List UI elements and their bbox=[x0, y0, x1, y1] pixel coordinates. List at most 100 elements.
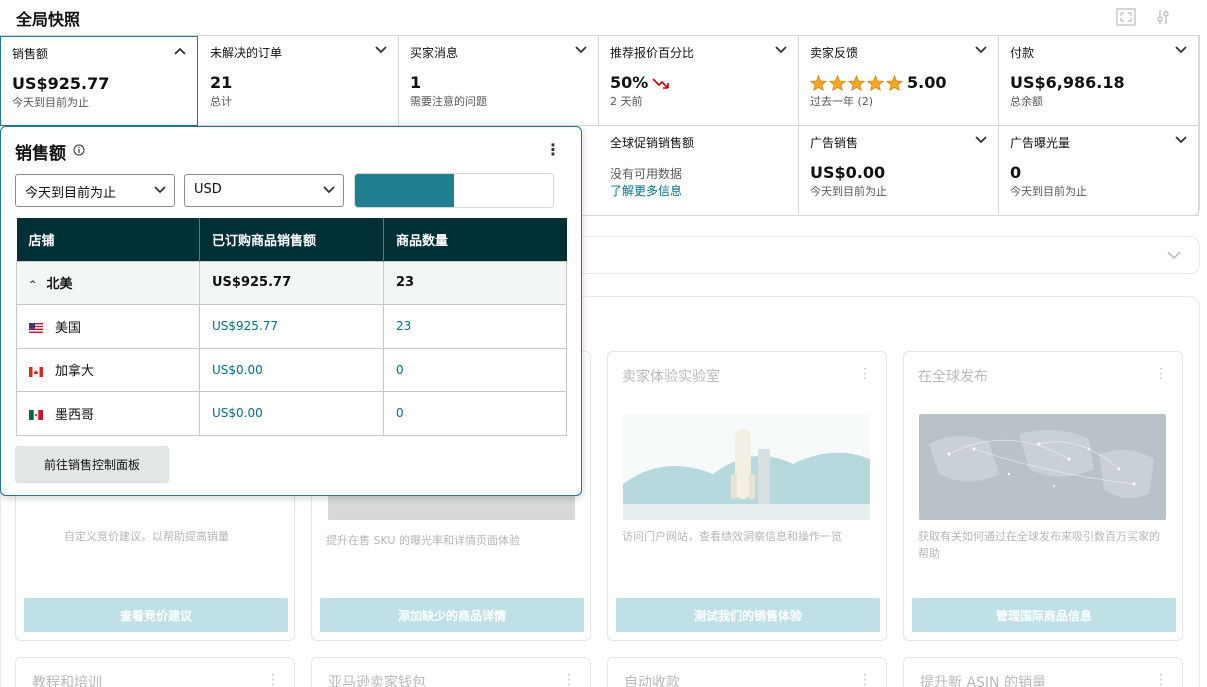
chevron-down-icon[interactable] bbox=[375, 45, 387, 55]
metric-label: 销售额 bbox=[12, 47, 49, 61]
metric-value: 1 bbox=[410, 73, 422, 92]
metric-label: 广告销售 bbox=[810, 136, 859, 150]
chevron-down-icon[interactable] bbox=[975, 135, 987, 145]
marketplace-sales[interactable]: US$0.00 bbox=[199, 391, 384, 436]
region-cell[interactable]: ^ 北美 bbox=[16, 260, 200, 305]
sales-popover: 销售额 ⋮ 今天到目前为止 USD 店铺 已订购商品销售额 商品数量 ^ 北美 U… bbox=[0, 126, 582, 496]
chevron-down-icon[interactable] bbox=[775, 45, 787, 55]
popover-title: 销售额 bbox=[15, 144, 66, 164]
marketplace-sales[interactable]: US$0.00 bbox=[199, 347, 384, 392]
metric-global-promo[interactable]: 全球促销销售额 没有可用数据 了解更多信息 bbox=[599, 126, 799, 216]
table-row: 墨西哥 US$0.00 0 bbox=[16, 391, 567, 436]
info-icon[interactable] bbox=[73, 144, 85, 156]
metric-sub: 2 天前 bbox=[610, 95, 643, 108]
card-title: 提升新 ASIN 的销量 bbox=[920, 675, 1046, 687]
region-units: 23 bbox=[383, 260, 567, 305]
card-desc: 访问门户网站，查看绩效洞察信息和操作一览 bbox=[622, 530, 842, 543]
card-global-launch: 在全球发布 ⋮ 获取有关如何通过在全球发布来吸引数百万买家的帮助 管理国际商品信… bbox=[903, 351, 1183, 641]
region-sales: US$925.77 bbox=[199, 260, 384, 305]
metric-ad-impressions[interactable]: 广告曝光量 0 今天到目前为止 bbox=[999, 126, 1199, 216]
region-name: 北美 bbox=[46, 277, 73, 293]
more-options-icon[interactable]: ⋮ bbox=[266, 672, 280, 687]
us-flag-icon bbox=[29, 323, 43, 334]
more-options-icon[interactable]: ⋮ bbox=[858, 672, 872, 687]
metric-seller-feedback[interactable]: 卖家反馈 5.00 过去一年 (2) bbox=[799, 36, 999, 126]
view-toggle[interactable] bbox=[354, 173, 554, 208]
star-icon bbox=[848, 74, 865, 91]
metric-value: 5.00 bbox=[907, 73, 947, 92]
card-seller-wallet: 亚马逊卖家钱包 ⋮ bbox=[311, 657, 591, 687]
chevron-down-icon[interactable] bbox=[1175, 135, 1187, 145]
more-options-icon[interactable]: ⋮ bbox=[562, 672, 576, 687]
chevron-down-icon[interactable] bbox=[975, 45, 987, 55]
chevron-down-icon[interactable] bbox=[1167, 250, 1181, 260]
period-select[interactable]: 今天到目前为止 bbox=[15, 174, 175, 207]
marketplace-cell: 墨西哥 bbox=[16, 391, 200, 436]
card-title: 卖家体验实验室 bbox=[622, 369, 720, 385]
table-header-row: 店铺 已订购商品销售额 商品数量 bbox=[16, 218, 567, 261]
marketplace-name: 美国 bbox=[55, 320, 82, 336]
chevron-up-icon[interactable] bbox=[174, 46, 186, 56]
card-new-asin-sales: 提升新 ASIN 的销量 ⋮ bbox=[903, 657, 1183, 687]
sliders-icon[interactable] bbox=[1153, 8, 1173, 26]
metric-ad-sales[interactable]: 广告销售 US$0.00 今天到目前为止 bbox=[799, 126, 999, 216]
card-desc: 自定义竞价建议，以帮助提高销量 bbox=[64, 530, 229, 543]
rocket-illustration bbox=[623, 414, 870, 520]
metric-value: 21 bbox=[210, 73, 233, 92]
marketplace-units[interactable]: 0 bbox=[383, 391, 567, 436]
metric-sales[interactable]: 销售额 US$925.77 今天到目前为止 bbox=[0, 36, 198, 126]
metric-sub: 没有可用数据 bbox=[610, 167, 683, 181]
card-title: 教程和培训 bbox=[32, 675, 102, 687]
marketplace-units[interactable]: 23 bbox=[383, 304, 567, 349]
currency-select[interactable]: USD bbox=[184, 174, 344, 207]
metric-sub: 今天到目前为止 bbox=[1010, 185, 1087, 198]
metric-buyer-messages[interactable]: 买家消息 1 需要注意的问题 bbox=[399, 36, 599, 126]
metric-open-orders[interactable]: 未解决的订单 21 总计 bbox=[199, 36, 399, 126]
more-options-icon[interactable]: ⋮ bbox=[1154, 366, 1168, 382]
add-missing-details-button[interactable]: 添加缺少的商品详情 bbox=[320, 598, 584, 632]
marketplace-sales[interactable]: US$925.77 bbox=[199, 304, 384, 349]
trend-down-icon bbox=[652, 77, 670, 89]
table-row: 加拿大 US$0.00 0 bbox=[16, 347, 567, 392]
metric-label: 卖家反馈 bbox=[810, 46, 859, 60]
card-seller-lab: 卖家体验实验室 ⋮ 访问门户网站，查看绩效洞察信息和操作一览 测试我们的销售体验 bbox=[607, 351, 887, 641]
chevron-down-icon bbox=[154, 186, 166, 194]
chevron-down-icon[interactable] bbox=[1175, 45, 1187, 55]
ca-flag-icon bbox=[29, 366, 43, 377]
metric-value-row: 5.00 bbox=[810, 73, 987, 92]
marketplace-name: 墨西哥 bbox=[55, 407, 95, 423]
metric-value: 50% bbox=[610, 73, 649, 92]
region-row[interactable]: ^ 北美 US$925.77 23 bbox=[16, 260, 567, 305]
star-icon bbox=[886, 74, 903, 91]
metric-sub: 过去一年 (2) bbox=[810, 95, 874, 108]
manage-international-listings-button[interactable]: 管理国际商品信息 bbox=[912, 598, 1176, 632]
metric-label: 广告曝光量 bbox=[1010, 136, 1071, 150]
card-desc: 获取有关如何通过在全球发布来吸引数百万买家的帮助 bbox=[918, 530, 1160, 560]
table-row: 美国 US$925.77 23 bbox=[16, 304, 567, 349]
more-options-icon[interactable]: ⋮ bbox=[858, 366, 872, 382]
more-options-icon[interactable]: ⋮ bbox=[545, 140, 561, 159]
metric-sub: 总余额 bbox=[1010, 95, 1043, 108]
sales-table: 店铺 已订购商品销售额 商品数量 ^ 北美 US$925.77 23 美国 US… bbox=[16, 218, 567, 436]
collapsed-section[interactable] bbox=[570, 236, 1200, 274]
column-header: 商品数量 bbox=[383, 218, 567, 261]
learn-more-link[interactable]: 了解更多信息 bbox=[610, 182, 787, 199]
view-bid-suggestions-button[interactable]: 查看竞价建议 bbox=[24, 598, 288, 632]
metric-payments[interactable]: 付款 US$6,986.18 总余额 bbox=[999, 36, 1199, 126]
chevron-down-icon[interactable] bbox=[575, 45, 587, 55]
world-map-illustration bbox=[919, 414, 1166, 520]
metric-featured-offer[interactable]: 推荐报价百分比 50% 2 天前 bbox=[599, 36, 799, 126]
currency-select-value: USD bbox=[194, 182, 222, 197]
caret-up-icon[interactable]: ^ bbox=[29, 280, 37, 290]
view-toggle-table[interactable] bbox=[355, 174, 454, 207]
test-selling-experience-button[interactable]: 测试我们的销售体验 bbox=[616, 598, 880, 632]
expand-icon[interactable] bbox=[1116, 8, 1136, 26]
metric-value: US$6,986.18 bbox=[1010, 73, 1125, 92]
more-options-icon[interactable]: ⋮ bbox=[1154, 672, 1168, 687]
go-to-sales-dashboard-button[interactable]: 前往销售控制面板 bbox=[15, 446, 169, 482]
metric-sub: 今天到目前为止 bbox=[810, 185, 887, 198]
card-title: 亚马逊卖家钱包 bbox=[328, 675, 426, 687]
metric-value-row: 50% bbox=[610, 73, 787, 92]
marketplace-units[interactable]: 0 bbox=[383, 347, 567, 392]
metric-value: US$925.77 bbox=[12, 74, 110, 93]
